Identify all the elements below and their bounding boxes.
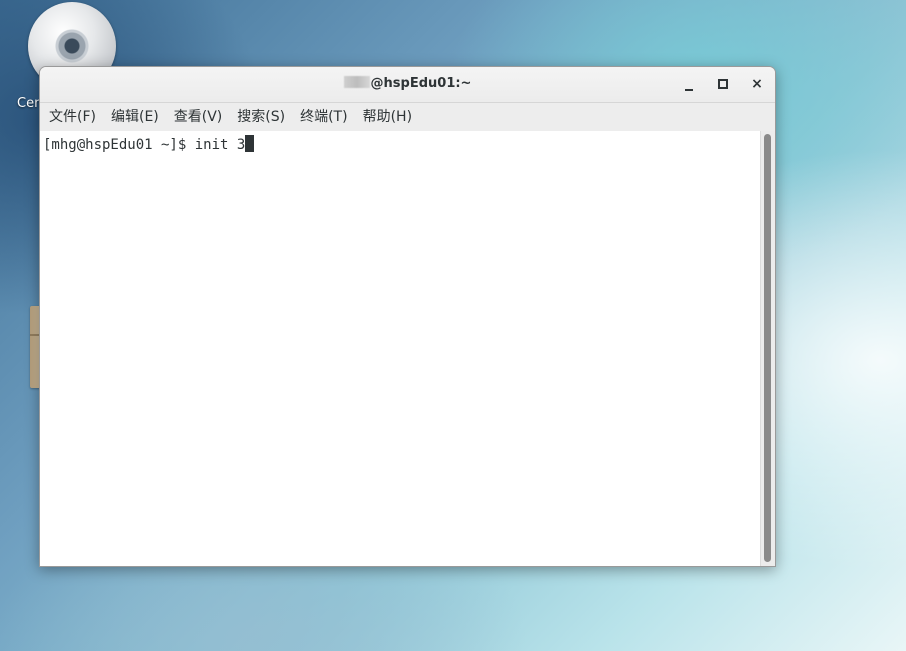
terminal-output[interactable]: [mhg@hspEdu01 ~]$ init 3 [40,131,775,566]
window-title-text: @hspEdu01:~ [370,76,472,91]
terminal-line: [mhg@hspEdu01 ~]$ init 3 [43,135,255,154]
scrollbar-thumb[interactable] [764,134,771,562]
terminal-prompt: [mhg@hspEdu01 ~]$ [43,137,195,153]
close-button[interactable]: × [746,74,768,94]
minimize-button[interactable] [678,74,700,94]
minimize-icon [685,89,693,91]
window-titlebar[interactable]: @hspEdu01:~ × [40,67,775,103]
menubar: 文件(F) 编辑(E) 查看(V) 搜索(S) 终端(T) 帮助(H) [40,103,775,132]
menu-file[interactable]: 文件(F) [43,103,102,131]
scrollbar[interactable] [760,131,775,566]
menu-edit[interactable]: 编辑(E) [105,103,165,131]
terminal-command: init 3 [194,137,246,153]
redacted-username [343,76,370,88]
window-title: @hspEdu01:~ [40,76,775,91]
menu-terminal[interactable]: 终端(T) [294,103,353,131]
close-icon: × [751,76,763,92]
text-cursor [245,135,255,152]
terminal-window[interactable]: @hspEdu01:~ × 文件(F) 编辑(E) 查看(V) 搜索(S) 终端… [39,66,776,567]
menu-search[interactable]: 搜索(S) [231,103,291,131]
maximize-icon [718,79,728,89]
menu-view[interactable]: 查看(V) [168,103,229,131]
menu-help[interactable]: 帮助(H) [357,103,418,131]
maximize-button[interactable] [712,74,734,94]
